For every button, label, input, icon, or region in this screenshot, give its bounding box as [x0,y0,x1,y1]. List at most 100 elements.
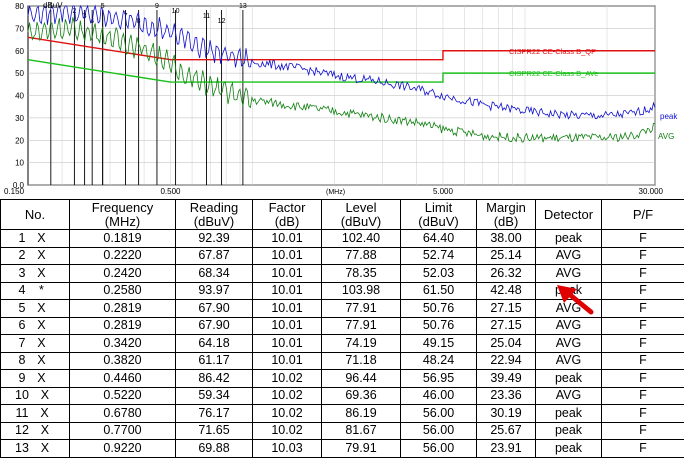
cell-detector: AVG [536,317,602,335]
cell-margin: 38.00 [477,230,536,248]
cell-margin: 42.48 [477,282,536,300]
cell-detector: peak [536,282,602,300]
cell-margin: 26.32 [477,265,536,283]
cell-reading: 76.17 [176,405,253,423]
row-number: 10 [15,388,29,402]
cell-level: 71.18 [322,352,401,370]
cell-no: 13X [1,440,70,458]
cell-frequency: 0.1819 [70,230,176,248]
cell-no: 2X [1,247,70,265]
row-marker: X [31,336,51,351]
cell-frequency: 0.2819 [70,317,176,335]
cell-factor: 10.01 [253,265,322,283]
cell-level: 79.91 [322,440,401,458]
cell-pf: F [602,230,684,248]
header-frequency: Frequency(MHz) [70,200,176,230]
cell-margin: 23.36 [477,387,536,405]
avg-trace-label: AVG [658,132,674,141]
cell-reading: 68.34 [176,265,253,283]
cell-limit: 50.76 [401,300,477,318]
cell-detector: AVG [536,352,602,370]
cell-factor: 10.01 [253,352,322,370]
row-marker: X [31,266,51,281]
cell-limit: 56.95 [401,370,477,388]
cell-pf: F [602,405,684,423]
cell-pf: F [602,247,684,265]
row-number: 11 [16,406,29,420]
cell-reading: 92.39 [176,230,253,248]
cell-reading: 64.18 [176,335,253,353]
header-detector: Detector [536,200,602,230]
cell-reading: 93.97 [176,282,253,300]
cell-limit: 56.00 [401,440,477,458]
cell-no: 9X [1,370,70,388]
header-limit: Limit(dBuV) [401,200,477,230]
row-marker: X [31,353,51,368]
peak-trace-label: peak [660,112,678,121]
header-no: No. [1,200,70,230]
avg-limit-label: CISPR22 CE-Class B_AVe [509,69,598,78]
row-number: 12 [15,423,29,437]
cell-detector: AVG [536,265,602,283]
cell-no: 8X [1,352,70,370]
cell-level: 78.35 [322,265,401,283]
qp-limit-label: CISPR22 CE-Class B_QP [509,47,596,56]
marker-number: 9 [155,3,159,10]
cell-frequency: 0.3420 [70,335,176,353]
cell-detector: AVG [536,335,602,353]
cell-level: 103.98 [322,282,401,300]
cell-pf: F [602,317,684,335]
marker-number: 11 [203,13,210,20]
cell-pf: F [602,370,684,388]
marker-number: 10 [172,8,180,15]
y-tick-label: 50 [15,69,24,78]
cell-reading: 69.88 [176,440,253,458]
cell-detector: peak [536,370,602,388]
cell-detector: AVG [536,247,602,265]
cell-detector: peak [536,405,602,423]
cell-limit: 48.24 [401,352,477,370]
row-marker: X [35,388,55,403]
cell-no: 11X [1,405,70,423]
cell-frequency: 0.6780 [70,405,176,423]
row-number: 5 [19,301,26,315]
row-marker: X [31,231,51,246]
row-marker: X [31,318,51,333]
row-marker: * [31,283,51,298]
cell-factor: 10.03 [253,440,322,458]
row-number: 7 [19,336,26,350]
row-number: 3 [19,266,26,280]
cell-pf: F [602,440,684,458]
cell-factor: 10.01 [253,282,322,300]
table-row: 5X0.281967.9010.0177.9150.7627.15AVGF [1,300,684,318]
table-row: 2X0.222067.8710.0177.8852.7425.14AVGF [1,247,684,265]
y-tick-label: 60 [15,47,24,56]
marker-number: 8 [137,18,141,25]
y-tick-label: 10 [15,159,24,168]
cell-factor: 10.01 [253,230,322,248]
row-number: 9 [19,371,26,385]
x-axis-label: (MHz) [326,189,345,196]
cell-reading: 59.34 [176,387,253,405]
header-margin: Margin(dB) [477,200,536,230]
cell-factor: 10.02 [253,405,322,423]
table-row: 8X0.382061.1710.0171.1848.2422.94AVGF [1,352,684,370]
cell-frequency: 0.2580 [70,282,176,300]
table-row: 3X0.242068.3410.0178.3552.0326.32AVGF [1,265,684,283]
x-tick-label: 0.500 [160,187,181,196]
x-tick-label: 30.000 [639,187,664,196]
table-row: 10X0.522059.3410.0269.3646.0023.36AVGF [1,387,684,405]
row-marker: X [31,371,51,386]
cell-factor: 10.01 [253,300,322,318]
cell-pf: F [602,282,684,300]
cell-level: 77.91 [322,300,401,318]
row-marker: X [31,248,51,263]
table-row: 6X0.281967.9010.0177.9150.7627.15AVGF [1,317,684,335]
row-number: 4 [19,283,26,297]
cell-level: 102.40 [322,230,401,248]
cell-frequency: 0.3820 [70,352,176,370]
cell-frequency: 0.4460 [70,370,176,388]
y-axis-label: dBuV [43,1,63,10]
cell-detector: peak [536,230,602,248]
cell-level: 74.19 [322,335,401,353]
